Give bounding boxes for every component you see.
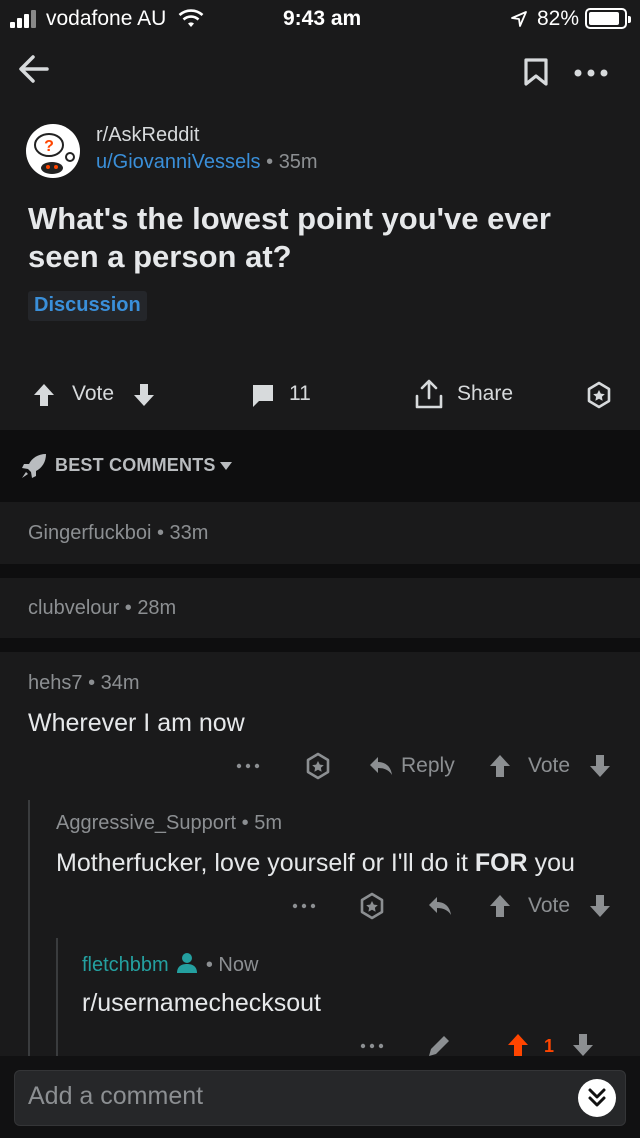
upvote-icon[interactable] [33, 383, 55, 407]
comment-author[interactable]: Gingerfuckboi [28, 522, 151, 544]
comment-text-bold: FOR [474, 849, 528, 877]
bookmark-icon[interactable] [523, 57, 549, 87]
signal-icon [10, 10, 38, 28]
chevron-down-icon[interactable] [219, 461, 233, 471]
comment-body: Wherever I am now [28, 709, 245, 737]
upvote-icon[interactable] [489, 894, 511, 918]
divider [0, 564, 640, 578]
comment-link[interactable]: r/usernamechecksout [82, 989, 321, 1018]
thread-line[interactable] [56, 938, 58, 1056]
collapsed-comment-meta: Gingerfuckboi • 33m [28, 522, 208, 545]
clock: 9:43 am [283, 7, 362, 30]
subreddit-name[interactable]: r/AskReddit [96, 124, 199, 147]
carrier-label: vodafone AU [46, 7, 167, 30]
comment-text: Motherfucker, love yourself or I'll do i… [56, 849, 475, 877]
separator-dot: • [156, 522, 164, 544]
separator-dot: • [205, 954, 213, 976]
comment-author[interactable]: hehs7 [28, 672, 83, 694]
award-icon[interactable] [585, 381, 613, 409]
wifi-icon [178, 9, 204, 27]
collapsed-comment-meta: clubvelour • 28m [28, 597, 176, 620]
separator-dot: • [241, 812, 249, 834]
reply-label[interactable]: Reply [401, 754, 455, 778]
comment-icon[interactable] [250, 382, 276, 408]
comment-age: 34m [100, 672, 140, 694]
post-meta: u/GiovanniVessels • 35m [96, 151, 318, 174]
downvote-icon[interactable] [589, 754, 611, 778]
vote-label: Vote [528, 894, 571, 917]
post-author[interactable]: u/GiovanniVessels [96, 151, 261, 173]
reply-icon[interactable] [427, 895, 453, 917]
comment-author[interactable]: clubvelour [28, 597, 119, 619]
comment-meta: hehs7 • 34m [28, 672, 140, 695]
share-icon[interactable] [414, 378, 444, 410]
post-age: 35m [278, 151, 318, 173]
downvote-icon[interactable] [133, 383, 155, 407]
more-options-icon[interactable] [292, 903, 316, 909]
op-user-icon [177, 953, 198, 973]
more-options-icon[interactable] [573, 68, 609, 78]
post-vote-label: Vote [72, 382, 115, 405]
comment-age: 33m [169, 522, 209, 544]
comment-meta: fletchbbm • Now [82, 952, 258, 977]
divider [0, 638, 640, 652]
upvote-icon[interactable] [507, 1033, 529, 1057]
double-chevron-down-icon [588, 1088, 606, 1107]
award-icon[interactable] [358, 892, 386, 920]
upvote-icon[interactable] [489, 754, 511, 778]
thread-line[interactable] [28, 800, 30, 1056]
downvote-icon[interactable] [572, 1033, 594, 1057]
rocket-icon [22, 454, 46, 478]
award-icon[interactable] [304, 752, 332, 780]
separator-dot: • [88, 672, 96, 694]
status-bar: vodafone AU 9:43 am 82% [0, 0, 640, 36]
more-options-icon[interactable] [360, 1043, 384, 1049]
comment-score: 1 [544, 1036, 555, 1056]
comment-meta: Aggressive_Support • 5m [56, 812, 282, 835]
post-title: What's the lowest point you've ever seen… [28, 201, 551, 274]
more-options-icon[interactable] [236, 763, 260, 769]
downvote-icon[interactable] [589, 894, 611, 918]
share-label[interactable]: Share [457, 382, 513, 406]
comment-age: 28m [137, 597, 177, 619]
sort-label[interactable]: BEST COMMENTS [55, 455, 216, 476]
comment-input-placeholder[interactable]: Add a comment [28, 1082, 203, 1111]
back-arrow-icon[interactable] [17, 52, 51, 86]
comment-count[interactable]: 11 [289, 382, 311, 406]
vote-label: Vote [528, 754, 571, 777]
separator-dot: • [124, 597, 132, 619]
post-flair[interactable]: Discussion [28, 291, 147, 321]
location-icon [511, 11, 527, 27]
battery-icon [585, 8, 631, 29]
comment-author[interactable]: Aggressive_Support [56, 812, 236, 834]
comment-body: Motherfucker, love yourself or I'll do i… [56, 849, 575, 878]
battery-percent: 82% [537, 7, 580, 30]
next-comment-button[interactable] [578, 1079, 616, 1117]
subreddit-avatar-icon[interactable]: ? [26, 124, 80, 178]
separator-dot: • [266, 151, 274, 173]
comment-age: 5m [254, 812, 283, 834]
comment-age: Now [218, 954, 259, 976]
comment-author[interactable]: fletchbbm [82, 954, 169, 976]
comment-text: you [527, 849, 575, 877]
svg-text:?: ? [44, 138, 54, 155]
reply-icon[interactable] [368, 755, 394, 777]
